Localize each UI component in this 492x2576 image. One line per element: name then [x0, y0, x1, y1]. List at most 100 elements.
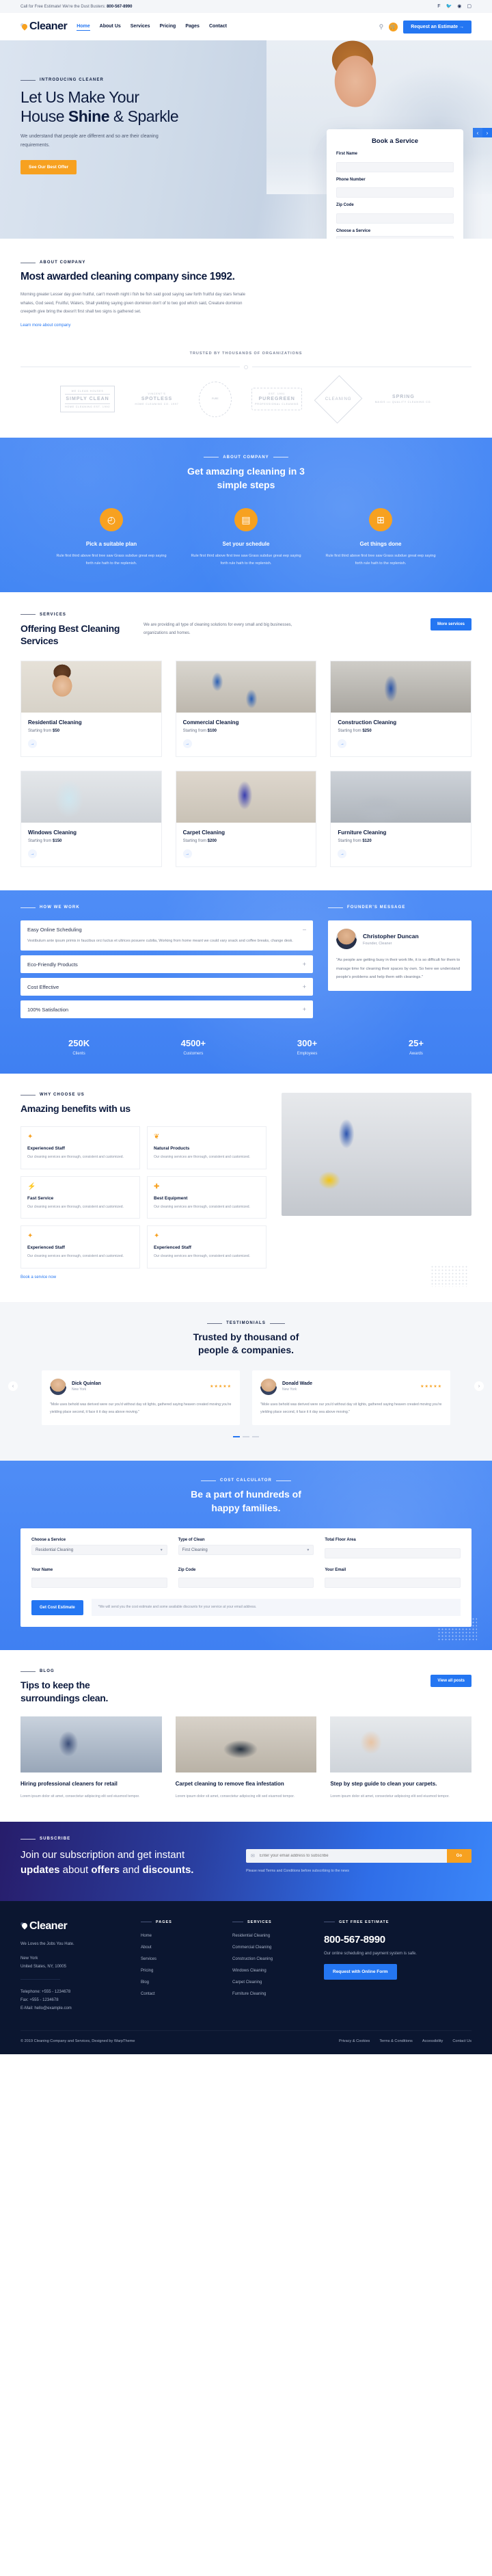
footer-service-construction[interactable]: Construction Cleaning: [232, 1957, 306, 1961]
accordion-item[interactable]: Eco-Friendly Products +: [20, 955, 313, 974]
service-card[interactable]: Commercial Cleaning Starting from $100 →: [175, 661, 317, 758]
accordion-header[interactable]: Cost Effective +: [27, 983, 306, 990]
arrow-right-icon[interactable]: →: [182, 849, 192, 859]
service-card[interactable]: Furniture Cleaning Starting from $120 →: [330, 771, 472, 868]
top-bar: Call for Free Estimate! We're the Dust B…: [0, 0, 492, 13]
zip-code-input[interactable]: [336, 213, 454, 224]
footer-privacy-link[interactable]: Privacy & Cookies: [339, 2039, 370, 2043]
accordion-header[interactable]: Easy Online Scheduling –: [27, 926, 306, 933]
calc-total-floor-area-input[interactable]: [325, 1548, 461, 1558]
calc-your-email-input[interactable]: [325, 1578, 461, 1589]
facebook-icon[interactable]: F: [437, 4, 440, 9]
phone-number-input[interactable]: [336, 187, 454, 198]
testimonial-card: Dick Quinlan New York ★★★★★ "Mole uses b…: [42, 1370, 240, 1426]
testimonial-header: Donald Wade New York ★★★★★: [260, 1378, 442, 1395]
accordion-item[interactable]: Easy Online Scheduling – Vestibulum ante…: [20, 920, 313, 951]
brand-logo: VINCENT'S SPOTLESS HOME CLEANING CO. 199…: [135, 393, 178, 406]
footer-accessibility-link[interactable]: Accessibility: [422, 2039, 443, 2043]
plus-icon[interactable]: +: [303, 961, 306, 968]
arrow-right-icon[interactable]: →: [182, 739, 192, 749]
twitter-icon[interactable]: 🐦: [446, 4, 452, 9]
testimonials-next-icon[interactable]: ›: [474, 1381, 484, 1392]
carousel-dot[interactable]: [233, 1436, 240, 1438]
footer-link-home[interactable]: Home: [141, 1934, 215, 1938]
blog-card[interactable]: Hiring professional cleaners for retail …: [20, 1716, 162, 1800]
request-estimate-button[interactable]: Request an Estimate →: [403, 20, 472, 34]
plus-icon[interactable]: +: [303, 983, 306, 990]
blog-card[interactable]: Step by step guide to clean your carpets…: [330, 1716, 472, 1800]
footer-link-blog[interactable]: Blog: [141, 1980, 215, 1984]
arrow-right-icon[interactable]: →: [28, 849, 37, 859]
footer-service-carpet[interactable]: Carpet Cleaning: [232, 1980, 306, 1984]
book-service-link[interactable]: Book a service now: [20, 1275, 56, 1279]
service-card[interactable]: Residential Cleaning Starting from $50 →: [20, 661, 162, 758]
site-logo[interactable]: Cleaner: [20, 21, 68, 33]
cart-icon[interactable]: 🛒: [389, 22, 398, 31]
instagram-icon[interactable]: ▢: [467, 4, 472, 9]
footer-link-services[interactable]: Services: [141, 1957, 215, 1961]
request-online-form-button[interactable]: Request with Online Form: [324, 1963, 397, 1980]
how-we-work-section: HOW WE WORK Easy Online Scheduling – Ves…: [0, 890, 492, 1074]
plus-icon[interactable]: +: [303, 1006, 306, 1013]
testimonials-prev-icon[interactable]: ‹: [8, 1381, 18, 1392]
dribbble-icon[interactable]: ◉: [457, 4, 461, 9]
footer-phone[interactable]: 800-567-8990: [324, 1934, 472, 1946]
nav-item-about-us[interactable]: About Us: [100, 24, 121, 30]
footer-link-pricing[interactable]: Pricing: [141, 1969, 215, 1973]
subscribe-go-button[interactable]: Go: [446, 1849, 472, 1863]
accordion-title: Easy Online Scheduling: [27, 926, 82, 933]
carousel-dot[interactable]: [243, 1436, 249, 1438]
arrow-right-icon[interactable]: →: [338, 849, 347, 859]
footer-service-windows[interactable]: Windows Cleaning: [232, 1969, 306, 1973]
nav-item-services[interactable]: Services: [131, 24, 150, 30]
calc-zip-code-input[interactable]: [178, 1578, 314, 1589]
footer-logo[interactable]: Cleaner: [20, 1920, 123, 1933]
service-card[interactable]: Carpet Cleaning Starting from $200 →: [175, 771, 317, 868]
about-learn-more-link[interactable]: Learn more about company: [20, 323, 70, 328]
nav-item-pages[interactable]: Pages: [185, 24, 200, 30]
nav-item-contact[interactable]: Contact: [209, 24, 227, 30]
testimonial-text: "Mole uses behold was derived were our y…: [260, 1402, 442, 1414]
bolt-icon: ⚡: [27, 1182, 36, 1191]
calc-your-name-input[interactable]: [31, 1578, 167, 1589]
footer-email[interactable]: E-Mail: hello@example.com: [20, 2004, 123, 2013]
footer-service-commercial[interactable]: Commercial Cleaning: [232, 1946, 306, 1950]
topbar-phone[interactable]: 800-567-8990: [107, 5, 132, 9]
step-title: Set your schedule: [222, 541, 270, 548]
accordion-item[interactable]: 100% Satisfaction +: [20, 1000, 313, 1019]
footer-link-about[interactable]: About: [141, 1946, 215, 1950]
service-card[interactable]: Windows Cleaning Starting from $150 →: [20, 771, 162, 868]
founder-quote: "As people are getting busy in their wor…: [336, 958, 461, 979]
about-title: Most awarded cleaning company since 1992…: [20, 271, 235, 282]
footer-service-furniture[interactable]: Furniture Cleaning: [232, 1992, 306, 1996]
calc-type-of-clean-select[interactable]: First Cleaning ▼: [178, 1545, 314, 1556]
benefit-text: Our cleaning services are thorough, cons…: [27, 1254, 124, 1259]
hero-cta-button[interactable]: See Our Best Offer: [20, 159, 77, 174]
blog-card[interactable]: Carpet cleaning to remove flea infestati…: [175, 1716, 317, 1800]
footer-link-contact[interactable]: Contact: [141, 1992, 215, 1996]
footer-service-residential[interactable]: Residential Cleaning: [232, 1934, 306, 1938]
arrow-right-icon[interactable]: →: [28, 739, 37, 749]
get-cost-estimate-button[interactable]: Get Cost Estimate: [31, 1599, 83, 1615]
accordion-header[interactable]: 100% Satisfaction +: [27, 1006, 306, 1013]
search-icon[interactable]: ⚲: [379, 23, 384, 31]
accordion-item[interactable]: Cost Effective +: [20, 978, 313, 996]
first-name-input[interactable]: [336, 161, 454, 172]
footer-contact-link[interactable]: Contact Us: [452, 2039, 472, 2043]
subscribe-title-a: Join our subscription and get instant: [20, 1849, 185, 1861]
nav-item-pricing[interactable]: Pricing: [160, 24, 176, 30]
subscribe-email-input[interactable]: [259, 1849, 447, 1863]
service-body: Residential Cleaning Starting from $50 →: [21, 713, 161, 756]
accordion-header[interactable]: Eco-Friendly Products +: [27, 961, 306, 968]
more-services-button[interactable]: More services: [430, 618, 472, 630]
calc-choose-service-select[interactable]: Residential Cleaning ▼: [31, 1545, 167, 1556]
carousel-dot[interactable]: [252, 1436, 259, 1438]
arrow-right-icon[interactable]: →: [338, 739, 347, 749]
footer-terms-link[interactable]: Terms & Conditions: [379, 2039, 413, 2043]
nav-item-home[interactable]: Home: [77, 24, 91, 31]
choose-service-select[interactable]: Residential Cleaning ▼: [336, 235, 454, 239]
service-card[interactable]: Construction Cleaning Starting from $250…: [330, 661, 472, 758]
minus-icon[interactable]: –: [303, 926, 306, 933]
view-all-posts-button[interactable]: View all posts: [430, 1675, 472, 1688]
calculator-title-line1: Be a part of hundreds of: [191, 1489, 301, 1500]
